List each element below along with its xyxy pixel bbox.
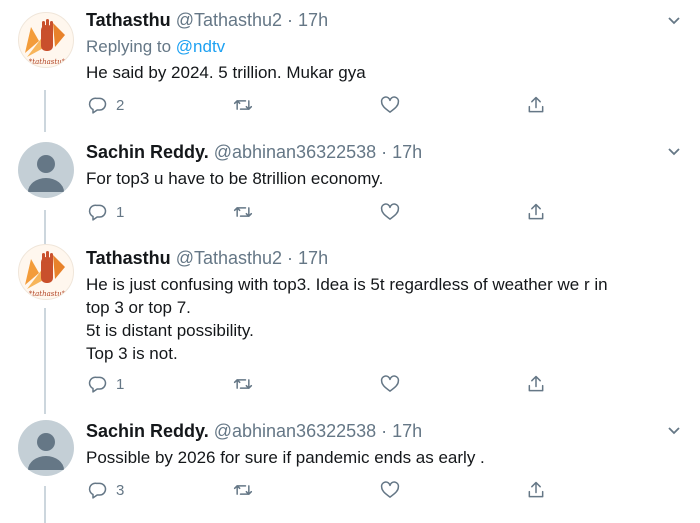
share-button[interactable] (526, 95, 546, 115)
reply-count: 1 (116, 375, 125, 393)
tweet-header: Sachin Reddy. @abhinan36322538 · 17h (86, 142, 422, 163)
share-icon (528, 375, 544, 392)
default-profile-icon (28, 433, 64, 470)
replying-to: Replying to @ndtv (86, 37, 225, 57)
tweet-header: Tathasthu @Tathasthu2 · 17h (86, 248, 328, 269)
like-button[interactable] (380, 202, 400, 222)
reply-button[interactable]: 3 (88, 480, 124, 500)
heart-icon (380, 96, 400, 113)
like-button[interactable] (380, 480, 400, 500)
retweet-icon (233, 379, 253, 389)
share-button[interactable] (526, 202, 546, 222)
reply-button[interactable]: 2 (88, 95, 124, 115)
timestamp[interactable]: · 17h (381, 142, 422, 162)
avatar[interactable] (18, 142, 74, 198)
retweet-icon (233, 100, 253, 110)
reply-button[interactable]: 1 (88, 202, 124, 222)
timestamp[interactable]: · 17h (287, 10, 328, 30)
reply-icon (88, 376, 107, 393)
display-name[interactable]: Sachin Reddy. (86, 421, 209, 441)
avatar[interactable] (18, 420, 74, 476)
share-icon (528, 96, 544, 113)
tathasthu-hand-logo-icon: *tathastu* (25, 251, 66, 298)
tweet-text-line: He said by 2024. 5 trillion. Mukar gya (86, 63, 366, 82)
mention-link[interactable]: @ndtv (176, 37, 225, 56)
tweet-header: Tathasthu @Tathasthu2 · 17h (86, 10, 328, 31)
reply-count: 2 (116, 96, 125, 114)
timestamp[interactable]: · 17h (381, 421, 422, 441)
share-icon (528, 203, 544, 220)
handle[interactable]: @abhinan36322538 (214, 421, 376, 441)
svg-text:*tathastu*: *tathastu* (29, 290, 66, 298)
tweet-text-line: For top3 u have to be 8trillion economy. (86, 169, 384, 188)
display-name[interactable]: Sachin Reddy. (86, 142, 209, 162)
retweet-button[interactable] (232, 374, 254, 394)
handle[interactable]: @abhinan36322538 (214, 142, 376, 162)
like-button[interactable] (380, 95, 400, 115)
tweet[interactable]: *tathastu* Tathasthu @Tathasthu2 · 17h H… (0, 238, 700, 408)
share-button[interactable] (526, 480, 546, 500)
tweet-text: He said by 2024. 5 trillion. Mukar gya (86, 61, 686, 84)
heart-icon (380, 203, 400, 220)
retweet-icon (233, 485, 253, 495)
tweet-text-line: He is just confusing with top3. Idea is … (86, 275, 608, 294)
tweet-header: Sachin Reddy. @abhinan36322538 · 17h (86, 421, 422, 442)
tathasthu-hand-logo-icon: *tathastu* (25, 19, 66, 66)
tweet[interactable]: Sachin Reddy. @abhinan36322538 · 17h Pos… (0, 408, 700, 523)
replying-to-label: Replying to (86, 37, 172, 56)
timestamp[interactable]: · 17h (287, 248, 328, 268)
tweet-text: Possible by 2026 for sure if pandemic en… (86, 446, 686, 469)
display-name[interactable]: Tathasthu (86, 248, 171, 268)
tweet-text-line: 5t is distant possibility. (86, 321, 254, 340)
heart-icon (380, 375, 400, 392)
share-icon (528, 481, 544, 498)
reply-button[interactable]: 1 (88, 374, 124, 394)
share-button[interactable] (526, 374, 546, 394)
tweet-text: He is just confusing with top3. Idea is … (86, 273, 686, 365)
chevron-down-icon[interactable] (666, 13, 682, 29)
tweet[interactable]: *tathastu* Tathasthu @Tathasthu2 · 17h R… (0, 0, 700, 130)
retweet-button[interactable] (232, 202, 254, 222)
svg-text:*tathastu*: *tathastu* (29, 58, 66, 66)
reply-count: 1 (116, 203, 125, 221)
tweet[interactable]: Sachin Reddy. @abhinan36322538 · 17h For… (0, 130, 700, 238)
reply-icon (88, 97, 107, 114)
tweet-text: For top3 u have to be 8trillion economy. (86, 167, 686, 190)
retweet-button[interactable] (232, 95, 254, 115)
like-button[interactable] (380, 374, 400, 394)
tweet-text-line: Top 3 is not. (86, 344, 178, 363)
default-profile-icon (28, 155, 64, 192)
handle[interactable]: @Tathasthu2 (176, 10, 282, 30)
retweet-button[interactable] (232, 480, 254, 500)
avatar[interactable]: *tathastu* (18, 244, 74, 300)
retweet-icon (233, 207, 253, 217)
tweet-text-line: Possible by 2026 for sure if pandemic en… (86, 448, 485, 467)
chevron-down-icon[interactable] (666, 144, 682, 160)
display-name[interactable]: Tathasthu (86, 10, 171, 30)
tweet-text-line: top 3 or top 7. (86, 298, 191, 317)
reply-count: 3 (116, 481, 125, 499)
reply-icon (88, 204, 107, 221)
heart-icon (380, 481, 400, 498)
avatar[interactable]: *tathastu* (18, 12, 74, 68)
reply-icon (88, 482, 107, 499)
chevron-down-icon[interactable] (666, 423, 682, 439)
handle[interactable]: @Tathasthu2 (176, 248, 282, 268)
